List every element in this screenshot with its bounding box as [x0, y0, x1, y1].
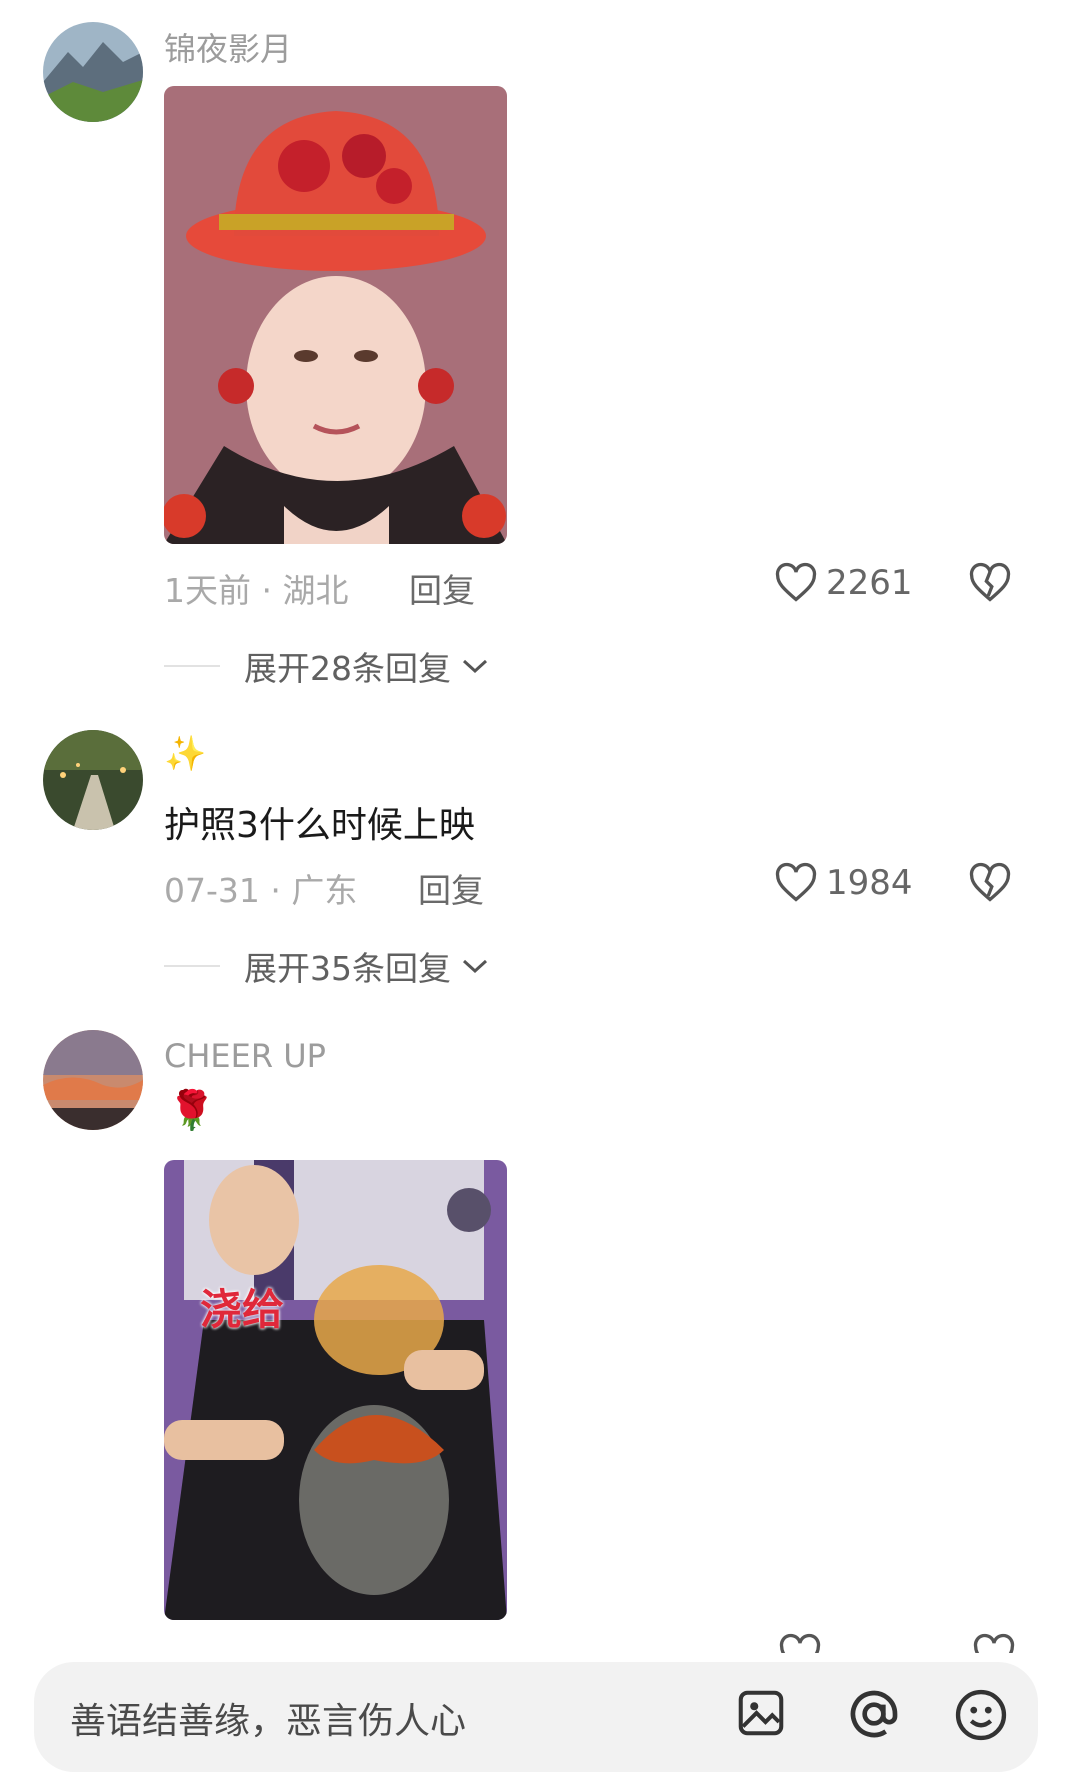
meta-separator: ·: [270, 871, 292, 910]
heart-icon: [775, 862, 817, 902]
username[interactable]: ✨: [164, 734, 206, 774]
comment-meta: 1天前 · 湖北 回复: [164, 564, 475, 612]
dislike-button[interactable]: [968, 862, 1012, 908]
username[interactable]: CHEER UP: [164, 1037, 326, 1075]
comment-time: 1天前: [164, 571, 251, 610]
chevron-down-icon: [462, 959, 488, 974]
dislike-button[interactable]: [968, 562, 1012, 608]
expand-replies[interactable]: 展开28条回复: [164, 642, 489, 690]
avatar[interactable]: [43, 730, 143, 830]
image-caption: 浇给: [200, 1285, 285, 1334]
like-count: 1984: [826, 863, 913, 903]
comment-meta: 07-31 · 广东 回复: [164, 864, 484, 912]
comment-location: 湖北: [282, 571, 349, 610]
comment-image[interactable]: 浇给: [164, 1160, 507, 1620]
image-icon[interactable]: [734, 1686, 788, 1740]
username[interactable]: 锦夜影月: [164, 24, 292, 70]
comment-text: 🌹: [168, 1088, 216, 1132]
broken-heart-icon: [969, 862, 1011, 902]
like-button[interactable]: 1984: [774, 862, 913, 904]
chevron-down-icon: [462, 659, 488, 674]
avatar[interactable]: [43, 22, 143, 122]
like-button[interactable]: 2261: [774, 562, 913, 604]
expand-replies-label: 展开35条回复: [244, 949, 451, 988]
comment-input-bar[interactable]: 善语结善缘，恶言伤人心: [34, 1662, 1038, 1772]
heart-icon: [775, 562, 817, 602]
broken-heart-icon: [969, 562, 1011, 602]
at-icon[interactable]: [846, 1686, 902, 1742]
expand-replies[interactable]: 展开35条回复: [164, 942, 489, 990]
broken-heart-icon[interactable]: [972, 1633, 1016, 1653]
like-count: 2261: [826, 563, 913, 603]
avatar[interactable]: [43, 1030, 143, 1130]
divider-line: [164, 965, 220, 967]
meta-separator: ·: [261, 571, 283, 610]
reply-button[interactable]: 回复: [409, 564, 475, 612]
comment-image[interactable]: [164, 86, 507, 544]
heart-icon[interactable]: [778, 1633, 822, 1653]
divider-line: [164, 665, 220, 667]
comment-text: 护照3什么时候上映: [164, 805, 475, 846]
comment-input[interactable]: 善语结善缘，恶言伤人心: [70, 1692, 466, 1744]
comment-location: 广东: [291, 871, 358, 910]
emoji-icon[interactable]: [952, 1686, 1010, 1744]
comment-time: 07-31: [164, 871, 260, 910]
reply-button[interactable]: 回复: [418, 864, 484, 912]
expand-replies-label: 展开28条回复: [244, 649, 451, 688]
